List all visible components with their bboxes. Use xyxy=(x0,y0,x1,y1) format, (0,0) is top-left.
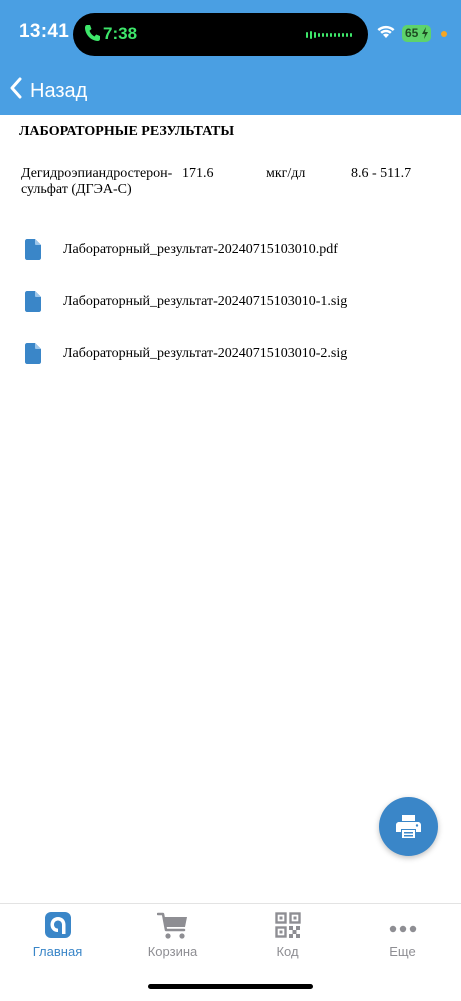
wifi-icon xyxy=(376,24,396,44)
print-button[interactable] xyxy=(379,797,438,856)
tab-cart[interactable]: Корзина xyxy=(115,904,230,974)
file-item-sig-1[interactable]: Лабораторный_результат-20240715103010-1.… xyxy=(0,287,461,317)
home-indicator xyxy=(148,984,313,989)
file-icon xyxy=(25,343,41,369)
back-label: Назад xyxy=(30,79,88,102)
result-unit: мкг/дл xyxy=(266,166,306,181)
charging-bolt-icon xyxy=(422,27,428,44)
status-time: 13:41 xyxy=(19,21,70,42)
tab-code[interactable]: Код xyxy=(230,904,345,974)
tab-cart-label: Корзина xyxy=(147,944,198,959)
dynamic-island[interactable]: 7:38 xyxy=(73,13,368,56)
file-item-pdf[interactable]: Лабораторный_результат-20240715103010.pd… xyxy=(0,235,461,265)
file-item-sig-2[interactable]: Лабораторный_результат-20240715103010-2.… xyxy=(0,339,461,369)
audio-waveform-icon xyxy=(306,28,354,47)
call-duration: 7:38 xyxy=(103,24,138,43)
home-logo-icon xyxy=(44,912,71,943)
mic-indicator-dot xyxy=(441,31,447,37)
chevron-left-icon xyxy=(9,77,30,105)
tab-home[interactable]: Главная xyxy=(0,904,115,974)
battery-indicator: 65 xyxy=(402,25,431,42)
tab-home-label: Главная xyxy=(32,944,83,959)
battery-level: 65 xyxy=(405,26,419,40)
file-name: Лабораторный_результат-20240715103010-1.… xyxy=(63,294,348,309)
file-icon xyxy=(25,291,41,317)
navigation-bar: Назад xyxy=(0,66,461,115)
result-row: Дегидроэпиандростерон-сульфат (ДГЭА-С) 1… xyxy=(0,166,461,206)
qr-code-icon xyxy=(274,912,301,943)
status-bar: 13:41 7:38 65 xyxy=(0,0,461,66)
result-value: 171.6 xyxy=(182,166,214,181)
result-reference-range: 8.6 - 511.7 xyxy=(351,166,412,181)
tab-more[interactable]: Еще xyxy=(345,904,460,974)
tab-code-label: Код xyxy=(276,944,299,959)
page-title: ЛАБОРАТОРНЫЕ РЕЗУЛЬТАТЫ xyxy=(19,124,235,139)
back-button[interactable]: Назад xyxy=(9,76,87,106)
result-test-name: Дегидроэпиандростерон-сульфат (ДГЭА-С) xyxy=(21,166,173,197)
cart-icon xyxy=(156,912,189,945)
file-icon xyxy=(25,239,41,265)
tab-more-label: Еще xyxy=(389,944,416,959)
more-dots-icon xyxy=(389,920,417,938)
phone-call-icon xyxy=(84,24,100,47)
file-name: Лабораторный_результат-20240715103010.pd… xyxy=(63,242,338,257)
file-name: Лабораторный_результат-20240715103010-2.… xyxy=(63,346,348,361)
